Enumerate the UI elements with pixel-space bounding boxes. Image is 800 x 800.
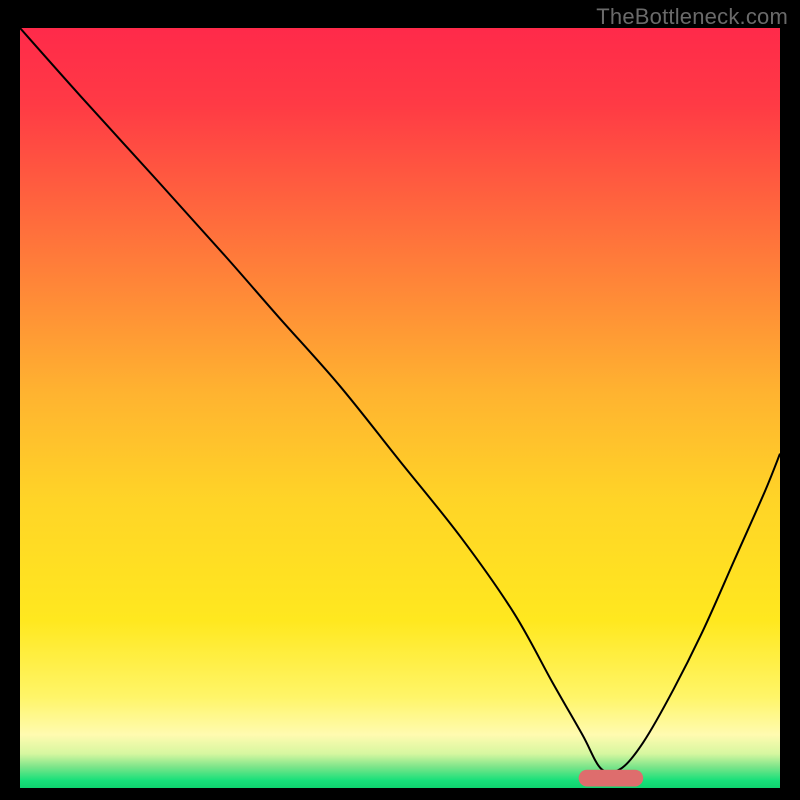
gradient-background xyxy=(20,28,780,788)
bottleneck-chart xyxy=(20,28,780,788)
optimal-range-marker xyxy=(579,770,644,787)
watermark-text: TheBottleneck.com xyxy=(596,4,788,30)
plot-area xyxy=(20,28,780,788)
chart-frame: TheBottleneck.com xyxy=(0,0,800,800)
